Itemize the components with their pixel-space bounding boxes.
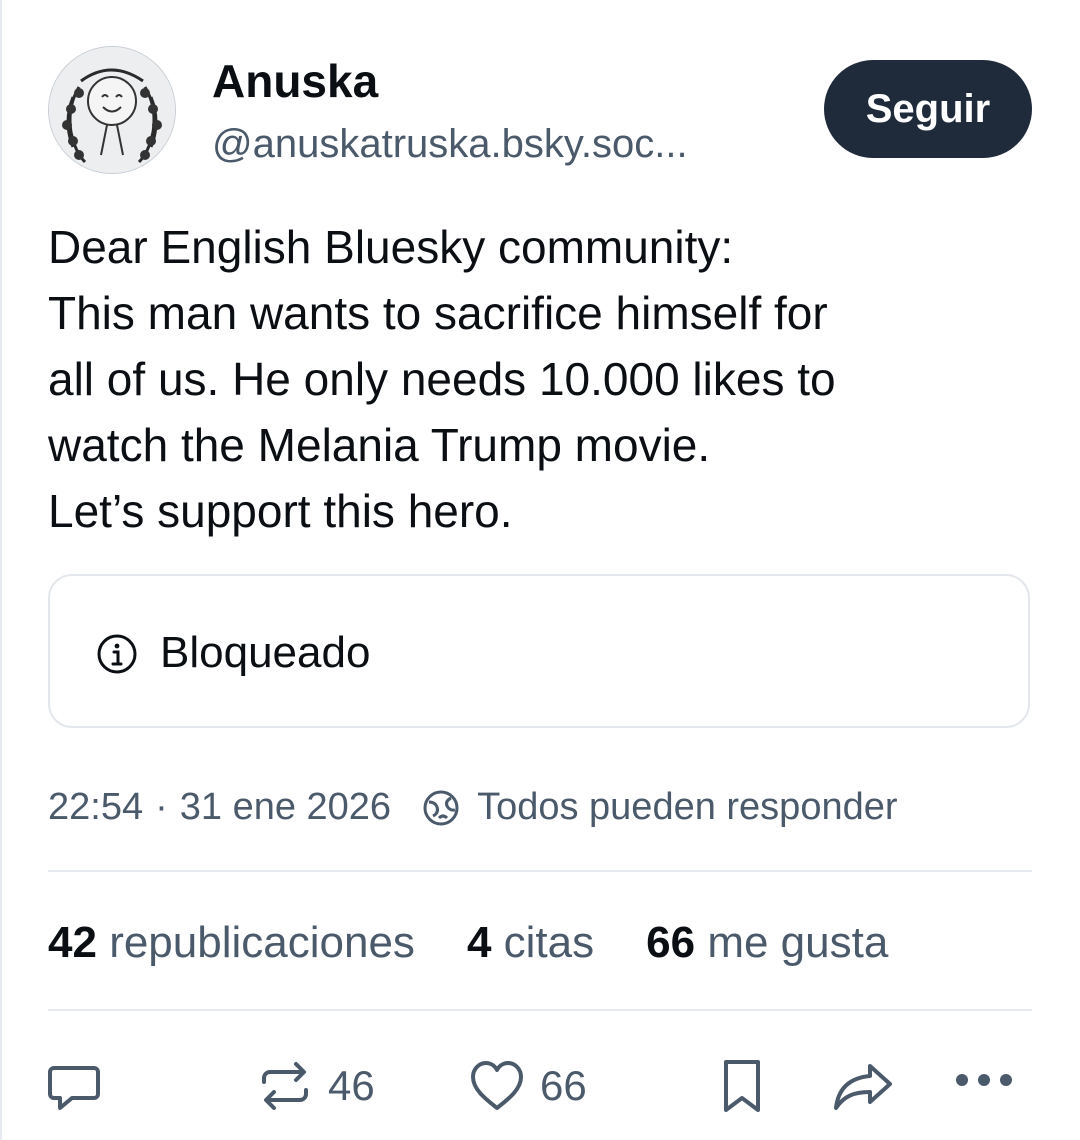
reply-icon: [48, 1066, 100, 1110]
quotes-stat[interactable]: 4 citas: [467, 918, 594, 968]
more-icon: [956, 1074, 1012, 1086]
post-text-line: This man wants to sacrifice himself for: [48, 287, 828, 339]
post-text-line: Let’s support this hero.: [48, 485, 513, 537]
likes-label: me gusta: [707, 918, 889, 967]
reply-button[interactable]: [46, 1058, 102, 1114]
repost-icon: [262, 1062, 308, 1110]
post-text-line: Dear English Bluesky community:: [48, 221, 734, 273]
engagement-stats: 42 republicaciones 4 citas 66 me gusta: [48, 918, 888, 968]
post-time[interactable]: 22:54: [48, 786, 143, 829]
meta-separator: ·: [155, 786, 168, 828]
post-text-line: watch the Melania Trump movie.: [48, 419, 711, 471]
bookmark-button[interactable]: [716, 1056, 768, 1116]
bookmark-icon: [724, 1060, 760, 1112]
reposts-count: 42: [48, 918, 97, 967]
divider: [48, 870, 1032, 872]
info-icon: [97, 634, 137, 674]
repost-button[interactable]: 46: [256, 1058, 375, 1114]
likes-stat[interactable]: 66 me gusta: [646, 918, 888, 968]
more-button[interactable]: [952, 1068, 1016, 1092]
post-text: Dear English Bluesky community: This man…: [48, 214, 1048, 544]
heart-icon: [471, 1061, 523, 1110]
avatar[interactable]: [48, 46, 176, 174]
quotes-label: citas: [503, 918, 595, 967]
post-text-line: all of us. He only needs 10.000 likes to: [48, 353, 836, 405]
repost-count: 46: [328, 1062, 375, 1109]
author-handle[interactable]: @anuskatruska.bsky.soc...: [212, 122, 688, 167]
reply-setting[interactable]: Todos pueden responder: [477, 786, 897, 829]
globe-icon: [423, 790, 459, 825]
post-date[interactable]: 31 ene 2026: [180, 786, 391, 829]
post-meta: 22:54 · 31 ene 2026 Todos pueden respond…: [48, 786, 898, 829]
like-count: 66: [540, 1062, 587, 1109]
reposts-stat[interactable]: 42 republicaciones: [48, 918, 415, 968]
follow-button[interactable]: Seguir: [824, 60, 1032, 158]
author-name[interactable]: Anuska: [212, 54, 378, 108]
share-icon: [834, 1064, 892, 1110]
action-bar: 46 66: [0, 1050, 1080, 1120]
like-button[interactable]: 66: [468, 1058, 587, 1114]
avatar-drawing: [49, 47, 175, 173]
blocked-embed-card[interactable]: Bloqueado: [48, 574, 1030, 728]
blocked-label: Bloqueado: [160, 628, 371, 677]
divider: [48, 1009, 1032, 1011]
left-border: [0, 0, 2, 1140]
likes-count: 66: [646, 918, 696, 967]
quotes-count: 4: [466, 918, 492, 967]
share-button[interactable]: [830, 1058, 896, 1114]
reposts-label: republicaciones: [109, 918, 415, 967]
